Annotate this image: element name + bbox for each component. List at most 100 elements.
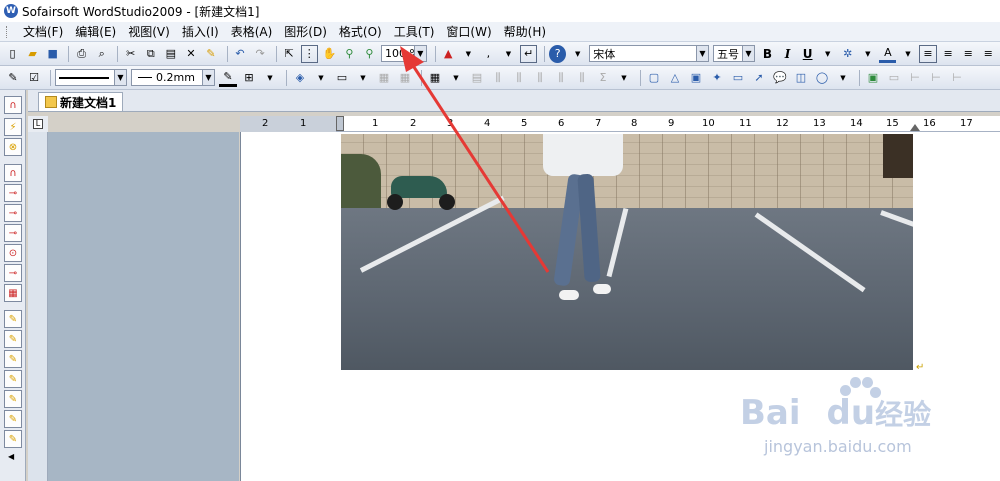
dropdown-arrow-icon[interactable]: ▼ [500,45,517,63]
dropdown-arrow-icon[interactable]: ▼ [899,45,916,63]
menu-graphics[interactable]: 图形(D) [278,23,333,41]
tab-stop-selector[interactable]: L [33,119,43,129]
left-indent-marker-icon[interactable] [336,116,344,131]
formula-icon[interactable]: Σ [594,69,612,87]
zoom-out-icon[interactable]: ⚲ [361,45,378,63]
paragraph-mark-icon[interactable]: ↵ [519,44,538,63]
shape-rect-icon[interactable]: ▢ [645,69,663,87]
pencil-poly-icon[interactable]: ✎ [4,410,22,428]
pencil-bezier-icon[interactable]: ✎ [4,390,22,408]
group-icon[interactable]: ▭ [885,69,903,87]
shape-circle-icon[interactable]: ◯ [813,69,831,87]
menu-view[interactable]: 视图(V) [122,23,176,41]
ruler-corner[interactable]: L [28,116,48,132]
pencil-curve-icon[interactable]: ✎ [4,350,22,368]
font-family-select[interactable]: 宋体 ▼ [589,45,709,62]
undo-icon[interactable]: ↶ [231,45,248,63]
line-style-select[interactable]: ▼ [55,69,127,86]
lightning-icon[interactable]: ⚡ [4,118,22,136]
frame-icon[interactable]: ▭ [333,69,351,87]
shape-bracket-icon[interactable]: ▣ [687,69,705,87]
snap-tangent-icon[interactable]: ⊸ [4,264,22,282]
paste-icon[interactable]: ▤ [162,45,179,63]
magnet-icon[interactable]: ∩ [4,96,22,114]
format-painter-icon[interactable]: ✎ [202,45,219,63]
copy-icon[interactable]: ⧉ [142,45,159,63]
properties-icon[interactable]: ☑ [25,69,43,87]
table-split-icon[interactable]: ▦ [396,69,414,87]
align-left-icon[interactable]: ≡ [919,44,937,63]
dropdown-arrow-icon[interactable]: ▼ [569,45,586,63]
dropdown-arrow-icon[interactable]: ▼ [261,69,279,87]
insert-picture-icon[interactable]: ▣ [864,69,882,87]
insert-image-icon[interactable]: ▲ [440,45,457,63]
chevron-down-icon[interactable]: ▼ [202,70,214,85]
dropdown-arrow-icon[interactable]: ▼ [834,69,852,87]
cut-icon[interactable]: ✂ [122,45,139,63]
shape-speech-icon[interactable]: 💬 [771,69,789,87]
menu-edit[interactable]: 编辑(E) [69,23,122,41]
distribute-icon[interactable]: ⫼ [531,69,549,87]
menu-tools[interactable]: 工具(T) [388,23,441,41]
highlight-icon[interactable]: ✲ [839,45,856,63]
dot-icon[interactable]: , [480,45,497,63]
horizontal-ruler[interactable]: 2 1 1 2 3 4 5 6 7 8 9 10 11 12 13 14 15 … [240,116,1000,132]
border-icon[interactable]: ⊞ [240,69,258,87]
menu-format[interactable]: 格式(O) [333,23,388,41]
right-indent-marker-icon[interactable] [910,124,920,131]
menu-window[interactable]: 窗口(W) [440,23,497,41]
chevron-down-icon[interactable]: ▼ [413,46,426,61]
italic-button[interactable]: I [779,47,796,61]
dropdown-arrow-icon[interactable]: ▼ [615,69,633,87]
pointer-icon[interactable]: ⇱ [281,45,298,63]
chevron-down-icon[interactable]: ▼ [741,46,754,61]
snap-curve-icon[interactable]: ⊸ [4,204,22,222]
print-preview-icon[interactable]: ⌕ [93,45,110,63]
shape-star-icon[interactable]: ✦ [708,69,726,87]
pencil-arc-icon[interactable]: ✎ [4,330,22,348]
menu-insert[interactable]: 插入(I) [176,23,225,41]
snap-point-icon[interactable]: ∩ [4,164,22,182]
snap-grid-icon[interactable]: ▦ [4,284,22,302]
edit-object-icon[interactable]: ✎ [4,69,22,87]
help-icon[interactable]: ? [549,44,567,63]
line-width-select[interactable]: 0.2mm ▼ [131,69,215,86]
redo-icon[interactable]: ↷ [252,45,269,63]
dropdown-arrow-icon[interactable]: ▼ [312,69,330,87]
shape-triangle-icon[interactable]: △ [666,69,684,87]
dropdown-arrow-icon[interactable]: ▼ [354,69,372,87]
dropdown-arrow-icon[interactable]: ▼ [819,45,836,63]
shape-flow-icon[interactable]: ◫ [792,69,810,87]
font-size-select[interactable]: 五号 ▼ [712,45,755,62]
new-document-icon[interactable]: ▯ [4,45,21,63]
bold-button[interactable]: B [759,47,776,61]
hand-icon[interactable]: ✋ [321,45,338,63]
pencil-circle-icon[interactable]: ✎ [4,370,22,388]
zoom-in-icon[interactable]: ⚲ [341,45,358,63]
pencil-line-icon[interactable]: ✎ [4,310,22,328]
align-objects-icon[interactable]: ⊢ [906,69,924,87]
insert-table-icon[interactable]: ▦ [426,69,444,87]
pencil-free-icon[interactable]: ✎ [4,430,22,448]
grid-icon[interactable]: ⋮ [300,44,318,63]
snap-center-icon[interactable]: ⊙ [4,244,22,262]
snap-end-icon[interactable]: ⊸ [4,224,22,242]
tab-new-document-1[interactable]: 新建文档1 [38,92,124,111]
chevron-down-icon[interactable]: ▼ [695,46,708,61]
save-icon[interactable]: ■ [44,45,61,63]
menu-table[interactable]: 表格(A) [225,23,279,41]
order-icon[interactable]: ⊢ [948,69,966,87]
circle-x-icon[interactable]: ⊗ [4,138,22,156]
sort-icon[interactable]: ⫼ [573,69,591,87]
scroll-left-arrow-icon[interactable]: ◀ [8,452,14,461]
table-icon[interactable]: ▦ [375,69,393,87]
shape-callout-icon[interactable]: ▭ [729,69,747,87]
align-center-icon[interactable]: ≡ [940,45,957,63]
inserted-photo[interactable] [341,134,913,370]
shape-arrow-icon[interactable]: ➚ [750,69,768,87]
align-right-icon[interactable]: ≡ [960,45,977,63]
print-icon[interactable]: ⎙ [73,45,90,63]
cell-align-icon[interactable]: ⫼ [552,69,570,87]
menu-help[interactable]: 帮助(H) [498,23,552,41]
row-icon[interactable]: ⫼ [510,69,528,87]
